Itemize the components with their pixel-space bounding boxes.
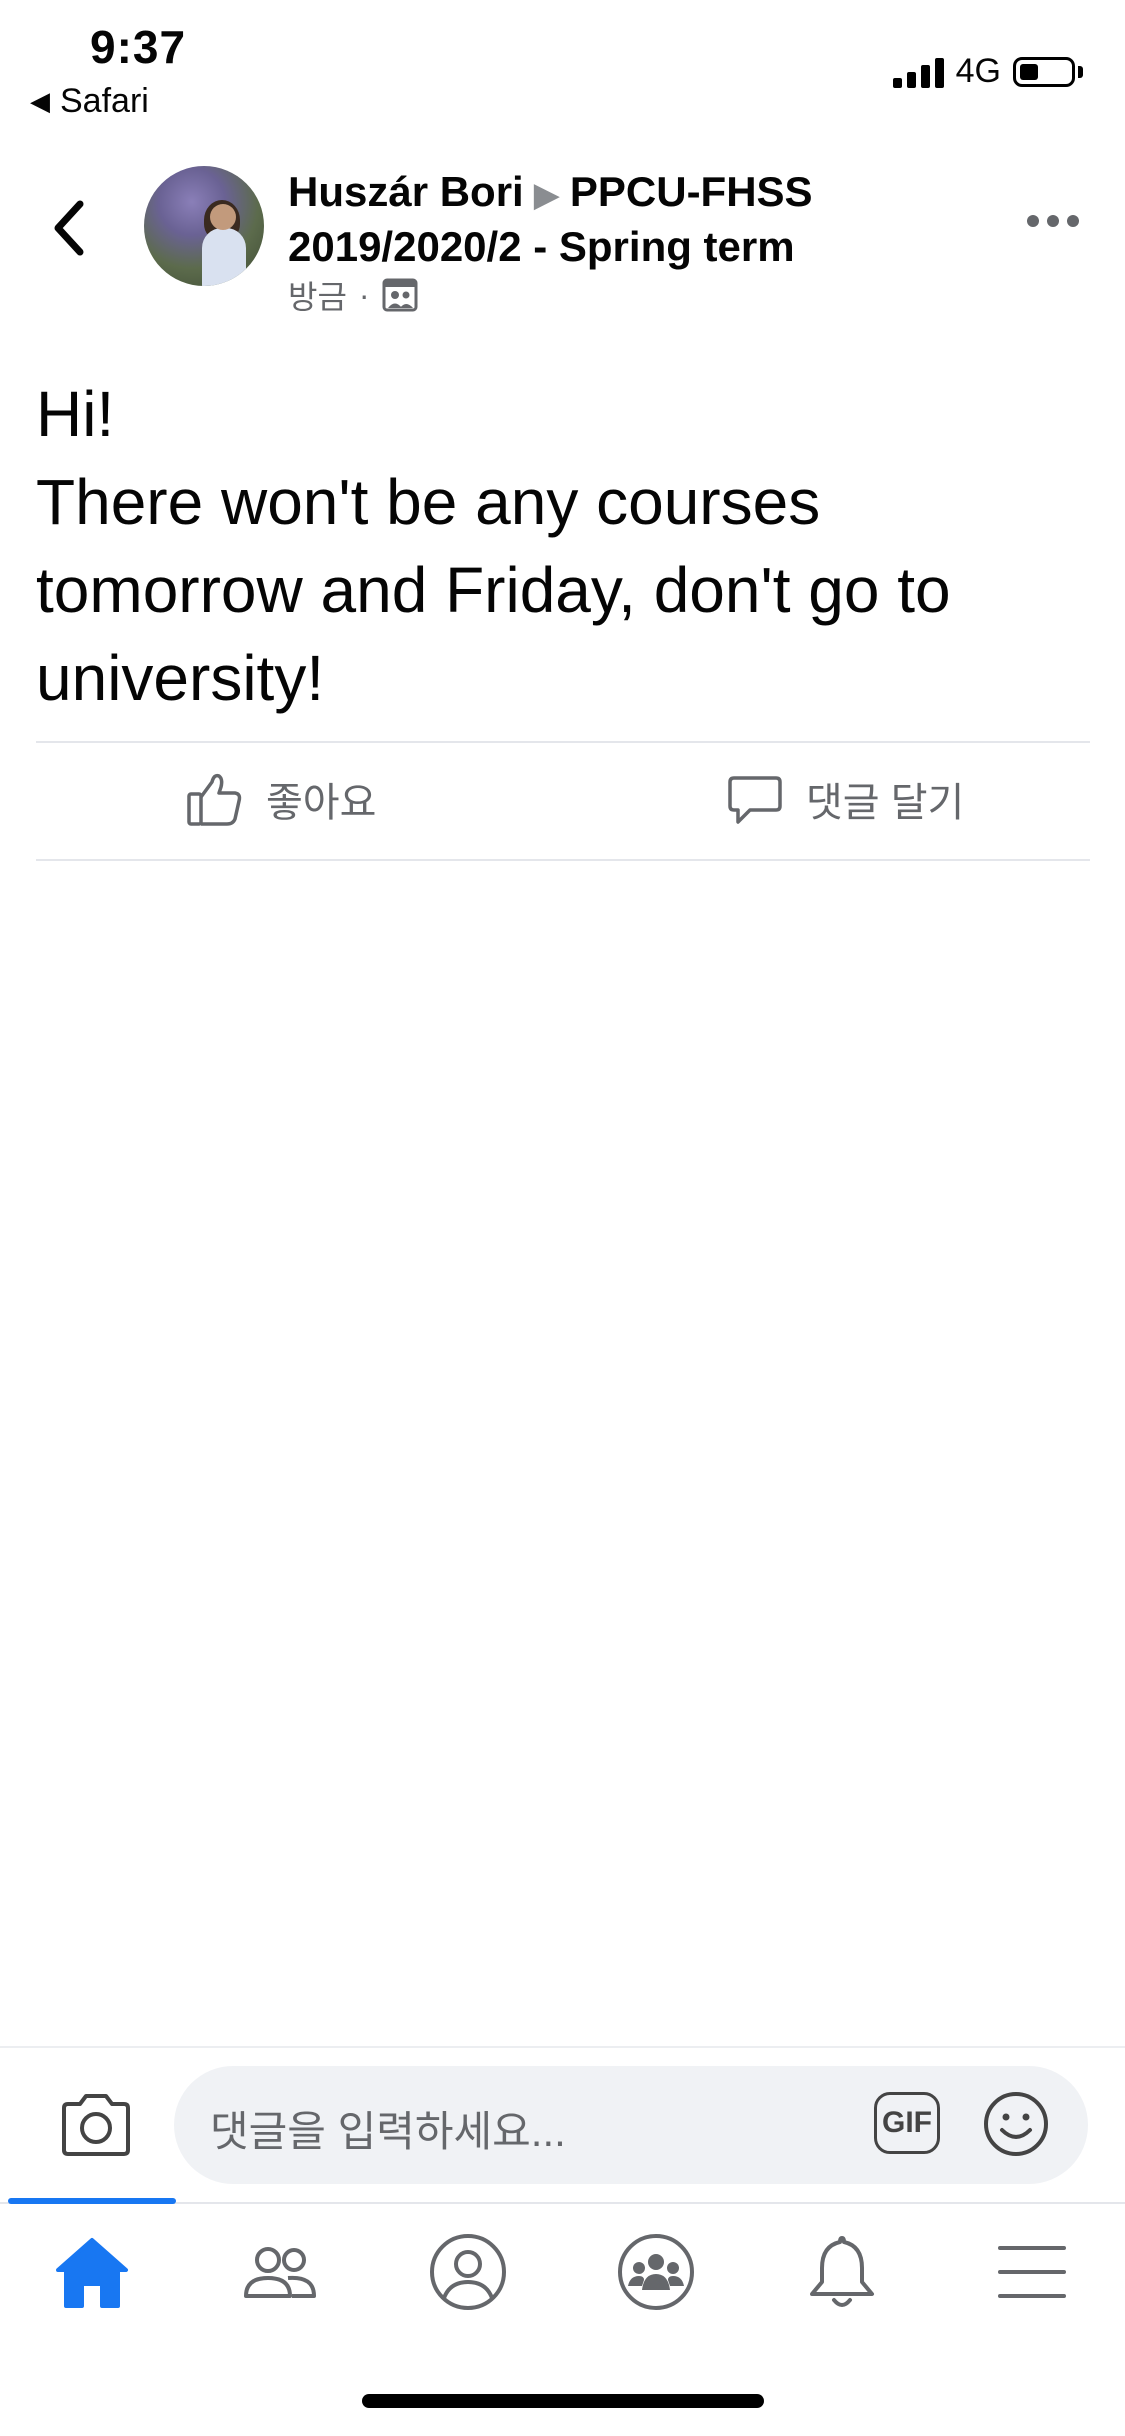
post-time: 방금 <box>288 279 347 315</box>
battery-cap <box>1078 65 1083 78</box>
back-triangle-icon: ◀ <box>30 86 50 116</box>
like-label: 좋아요 <box>266 781 377 825</box>
notifications-icon[interactable] <box>800 2230 884 2314</box>
home-icon[interactable] <box>50 2230 134 2314</box>
comment-placeholder: 댓글을 입력하세요... <box>210 2108 566 2155</box>
back-app-label: Safari <box>60 82 149 120</box>
meta-separator: · <box>358 276 370 313</box>
nav-active-indicator <box>8 2198 176 2204</box>
post-text: Hi! There won't be any courses tomorrow … <box>36 378 951 714</box>
avatar[interactable] <box>144 166 264 286</box>
status-indicators: 4G <box>892 52 1083 91</box>
play-arrow-icon: ▶ <box>533 176 560 214</box>
menu-icon[interactable] <box>990 2230 1074 2314</box>
divider-bottom <box>36 859 1090 861</box>
comment-label: 댓글 달기 <box>806 781 965 825</box>
cellular-signal-icon <box>892 56 944 88</box>
composer-divider <box>0 2046 1125 2048</box>
divider-top <box>36 741 1090 743</box>
profile-icon[interactable] <box>426 2230 510 2314</box>
post-meta: 방금 · <box>288 272 418 318</box>
thumbs-up-icon <box>187 773 242 826</box>
friends-icon[interactable] <box>238 2230 322 2314</box>
groups-icon[interactable] <box>614 2230 698 2314</box>
post-author-line: Huszár Bori ▶ PPCU-FHSS 2019/2020/2 - Spri… <box>288 166 1008 273</box>
status-time: 9:37 <box>90 21 187 73</box>
group-audience-icon <box>382 278 418 312</box>
network-type: 4G <box>955 52 1001 90</box>
battery-icon <box>1013 56 1075 87</box>
more-options-button[interactable] <box>1027 215 1079 227</box>
back-to-app[interactable]: ◀ Safari <box>30 82 149 121</box>
comment-button[interactable]: 댓글 달기 <box>726 770 964 828</box>
author-name[interactable]: Huszár Bori <box>288 168 524 215</box>
camera-icon[interactable] <box>58 2090 134 2158</box>
emoji-icon[interactable] <box>982 2090 1050 2158</box>
comment-bubble-icon <box>728 776 782 824</box>
gif-button[interactable]: GIF <box>874 2092 940 2154</box>
home-indicator[interactable] <box>362 2394 764 2408</box>
back-chevron-icon[interactable] <box>46 198 96 258</box>
like-button[interactable]: 좋아요 <box>186 770 376 828</box>
